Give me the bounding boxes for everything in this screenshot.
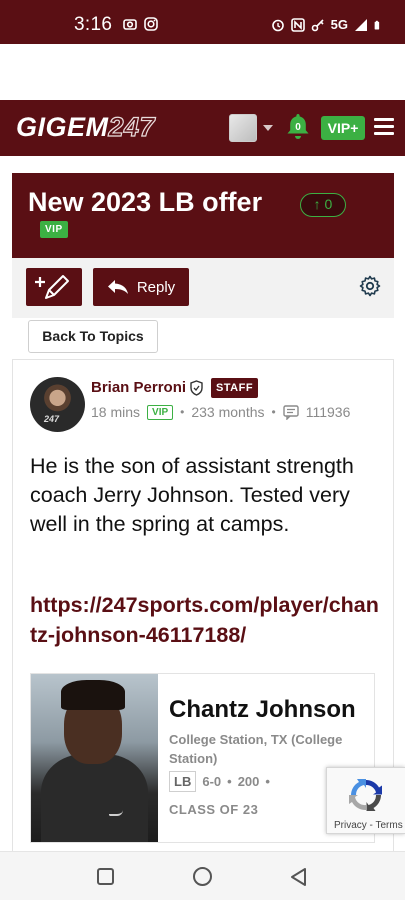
shield-icon xyxy=(190,380,203,396)
android-nav-bar xyxy=(0,851,405,900)
player-weight: 200 xyxy=(237,774,260,789)
user-avatar[interactable] xyxy=(229,114,257,142)
vip-tag: VIP xyxy=(40,221,68,238)
player-profile-link[interactable]: https://247sports.com/player/chantz-john… xyxy=(30,590,380,650)
status-time: 3:16 xyxy=(74,14,113,35)
player-card[interactable]: Chantz Johnson College Station, TX (Coll… xyxy=(30,673,375,843)
key-icon xyxy=(311,18,324,31)
compose-icon xyxy=(35,275,69,299)
home-button[interactable] xyxy=(193,867,212,886)
thread-title: New 2023 LB offer xyxy=(28,187,263,217)
staff-badge: STAFF xyxy=(211,378,258,398)
back-triangle-icon[interactable] xyxy=(289,867,309,887)
vip-plus-button[interactable]: VIP+ xyxy=(321,116,365,140)
status-bar: 3:16 5G xyxy=(0,0,405,44)
author-name[interactable]: Brian Perroni xyxy=(91,379,186,396)
post-time: 18 mins xyxy=(91,404,141,420)
new-post-button[interactable] xyxy=(26,268,82,306)
upvote-button[interactable]: ↑ 0 xyxy=(300,193,346,217)
arrow-up-icon: ↑ xyxy=(313,196,321,212)
blank-ad-strip xyxy=(0,44,405,100)
player-position: LB xyxy=(169,771,197,792)
battery-icon xyxy=(374,20,380,29)
reply-button[interactable]: Reply xyxy=(93,268,189,306)
player-height: 6-0 xyxy=(202,774,222,789)
player-location: College Station, TX (College Station) xyxy=(169,732,343,766)
recaptcha-links[interactable]: Privacy - Terms xyxy=(334,820,403,831)
bell-icon[interactable]: 0 xyxy=(284,112,312,142)
reply-arrow-icon xyxy=(107,280,128,294)
player-name: Chantz Johnson xyxy=(169,696,356,723)
avatar-shirt-text: 247 xyxy=(44,414,60,424)
instagram-icon xyxy=(144,17,158,31)
author-vip-tag: VIP xyxy=(147,404,174,420)
nfc-icon xyxy=(290,17,305,32)
back-to-topics-button[interactable]: Back To Topics xyxy=(28,320,158,353)
chevron-down-icon[interactable] xyxy=(263,125,273,131)
thread-title-block: New 2023 LB offer ↑ 0 VIP xyxy=(12,173,394,258)
post-body: He is the son of assistant strength coac… xyxy=(30,454,354,536)
recaptcha-badge[interactable]: Privacy - Terms xyxy=(326,767,405,834)
thread-action-bar: Reply xyxy=(12,258,394,318)
photo-camera-icon xyxy=(123,19,137,30)
recaptcha-icon xyxy=(349,779,382,811)
gear-icon[interactable] xyxy=(358,274,382,298)
post-meta: 18 mins VIP • 233 months • 111936 xyxy=(91,404,351,420)
signal-icon xyxy=(355,18,367,31)
alarm-icon xyxy=(271,19,284,31)
notification-count: 0 xyxy=(295,122,301,133)
player-stats: LB 6-0 • 200 • xyxy=(169,771,270,792)
5g-signal-icon: 5G xyxy=(330,17,348,32)
author-post-count: 111936 xyxy=(305,404,351,420)
author-avatar[interactable]: 247 xyxy=(30,377,85,432)
hamburger-menu-icon[interactable] xyxy=(374,118,394,136)
player-class: CLASS OF 23 xyxy=(169,802,259,817)
reply-label: Reply xyxy=(136,278,176,296)
recents-button[interactable] xyxy=(97,868,114,885)
site-logo[interactable]: GIGEM247 xyxy=(16,111,155,143)
author-tenure: 233 months xyxy=(191,404,265,420)
comment-icon xyxy=(283,404,299,420)
vote-count: 0 xyxy=(324,196,333,212)
player-photo xyxy=(31,674,158,842)
